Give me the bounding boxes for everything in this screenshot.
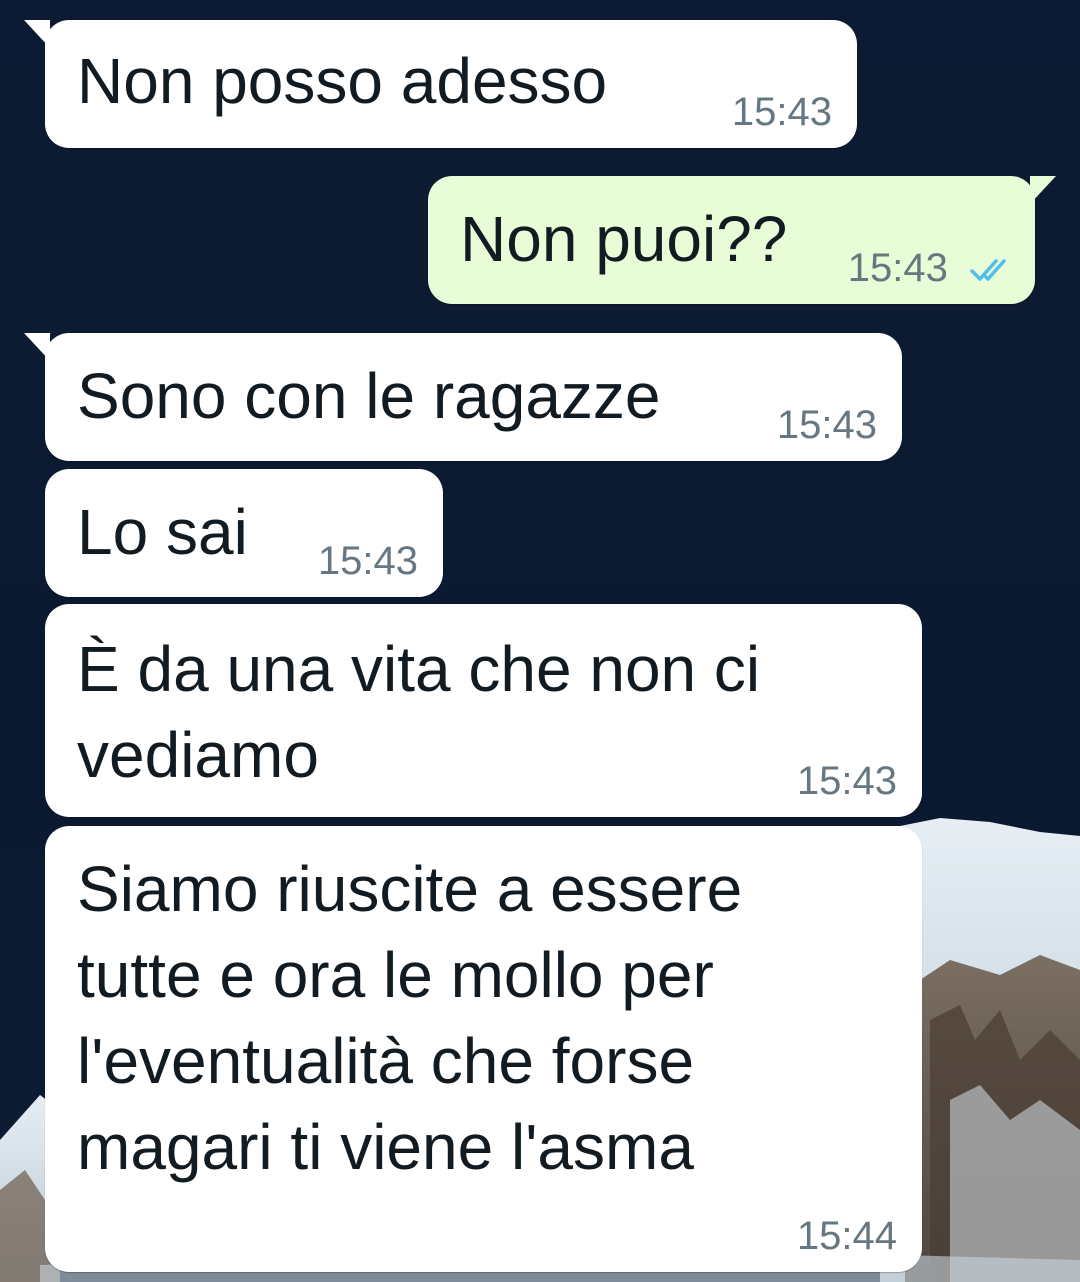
message-bubble-incoming[interactable]: Sono con le ragazze 15:43	[45, 333, 902, 461]
message-bubble-incoming[interactable]: È da una vita che non ci vediamo 15:43	[45, 604, 922, 817]
message-timestamp: 15:43	[731, 90, 832, 134]
message-timestamp: 15:43	[847, 246, 948, 290]
message-timestamp: 15:43	[776, 403, 877, 447]
message-text: Siamo riuscite a essere tutte e ora le m…	[77, 853, 743, 1183]
double-check-read-icon	[970, 259, 1006, 282]
message-timestamp: 15:44	[796, 1214, 897, 1258]
message-text: Sono con le ragazze	[77, 360, 661, 432]
message-text: Lo sai	[77, 496, 248, 568]
message-bubble-incoming[interactable]: Siamo riuscite a essere tutte e ora le m…	[45, 826, 922, 1272]
message-timestamp: 15:43	[317, 539, 418, 583]
message-timestamp: 15:43	[796, 759, 897, 803]
message-text: Non posso adesso	[77, 45, 608, 117]
message-bubble-outgoing[interactable]: Non puoi?? 15:43	[428, 176, 1035, 304]
message-bubble-incoming[interactable]: Non posso adesso 15:43	[45, 20, 857, 148]
message-list[interactable]: Non posso adesso 15:43 Non puoi?? 15:43 …	[0, 0, 1080, 1282]
message-meta: 15:43	[848, 248, 1013, 288]
message-text: Non puoi??	[460, 203, 788, 275]
message-bubble-incoming[interactable]: Lo sai 15:43	[45, 469, 443, 597]
message-text: È da una vita che non ci vediamo	[77, 633, 761, 791]
